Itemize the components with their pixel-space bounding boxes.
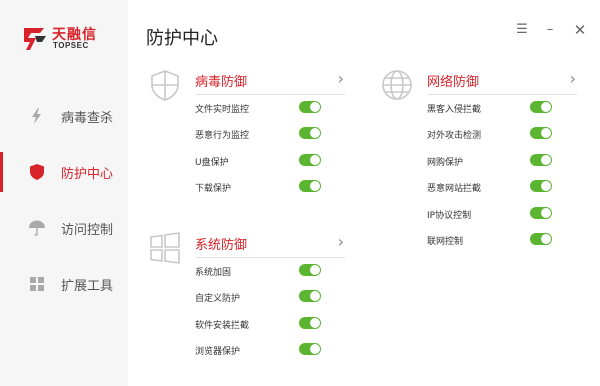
sidebar-item-protection-center[interactable]: 防护中心 [0, 152, 128, 192]
setting-label: 文件实时监控 [195, 105, 250, 115]
globe-icon [382, 70, 412, 100]
setting-label: 自定义防护 [195, 294, 241, 304]
section-virus-defense: 病毒防御 › 文件实时监控 恶意行为监控 U盘保护 下载保护 [148, 68, 358, 198]
toggle-switch[interactable] [530, 180, 552, 192]
chevron-right-icon[interactable]: › [338, 232, 344, 251]
setting-label: U盘保护 [195, 158, 229, 168]
setting-row: 下载保护 [195, 180, 325, 196]
divider [195, 257, 345, 258]
toggle-switch[interactable] [299, 317, 321, 329]
sidebar: 天融信 TOPSEC 病毒查杀 防护中心 访问控制 扩展工具 [0, 0, 128, 386]
shield-outline-icon [151, 70, 179, 101]
setting-row: 软件安装拦截 [195, 317, 325, 333]
section-network-defense: 网络防御 › 黑客入侵拦截 对外攻击检测 网购保护 恶意网站拦截 IP协议控制 … [380, 68, 590, 253]
minimize-icon[interactable]: – [542, 22, 558, 38]
toggle-switch[interactable] [530, 207, 552, 219]
toggle-switch[interactable] [299, 127, 321, 139]
toggle-switch[interactable] [299, 343, 321, 355]
setting-row: IP协议控制 [427, 207, 557, 223]
active-indicator [0, 152, 3, 192]
sidebar-item-access-control[interactable]: 访问控制 [0, 208, 128, 248]
sidebar-item-virus-scan[interactable]: 病毒查杀 [0, 96, 128, 136]
setting-label: 对外攻击检测 [427, 131, 482, 141]
divider [195, 94, 345, 95]
lightning-icon [32, 108, 41, 124]
sidebar-item-label: 扩展工具 [61, 279, 114, 294]
setting-label: 恶意网站拦截 [427, 184, 482, 194]
toggle-switch[interactable] [299, 180, 321, 192]
brand-logo: 天融信 TOPSEC [22, 24, 122, 54]
setting-label: 黑客入侵拦截 [427, 105, 482, 115]
setting-row: 对外攻击检测 [427, 127, 557, 143]
setting-row: 自定义防护 [195, 290, 325, 306]
sidebar-item-label: 访问控制 [61, 223, 114, 238]
toggle-switch[interactable] [530, 127, 552, 139]
setting-label: 软件安装拦截 [195, 321, 250, 331]
chevron-right-icon[interactable]: › [570, 69, 576, 88]
toggle-switch[interactable] [299, 290, 321, 302]
toggle-switch[interactable] [530, 154, 552, 166]
setting-label: 浏览器保护 [195, 347, 241, 357]
setting-label: 下载保护 [195, 184, 232, 194]
umbrella-icon [29, 220, 45, 236]
section-title: 系统防御 [195, 238, 248, 253]
toggle-switch[interactable] [299, 264, 321, 276]
setting-label: 网购保护 [427, 158, 464, 168]
windows-icon [150, 232, 180, 264]
toggle-switch[interactable] [299, 101, 321, 113]
shield-icon [30, 164, 44, 180]
setting-label: IP协议控制 [427, 211, 472, 221]
menu-icon[interactable]: ☰ [514, 22, 530, 38]
setting-row: 浏览器保护 [195, 343, 325, 359]
setting-row: 网购保护 [427, 154, 557, 170]
brand-name-en: TOPSEC [53, 41, 89, 50]
section-system-defense: 系统防御 › 系统加固 自定义防护 软件安装拦截 浏览器保护 [148, 231, 358, 361]
setting-row: 黑客入侵拦截 [427, 101, 557, 117]
setting-row: 联网控制 [427, 233, 557, 249]
setting-row: 恶意行为监控 [195, 127, 325, 143]
setting-label: 联网控制 [427, 237, 464, 247]
close-icon[interactable]: ✕ [572, 22, 588, 38]
chevron-right-icon[interactable]: › [338, 69, 344, 88]
grid-icon [30, 277, 44, 291]
sidebar-item-label: 病毒查杀 [61, 111, 114, 126]
section-title: 网络防御 [427, 75, 480, 90]
divider [427, 94, 577, 95]
sidebar-item-extension-tools[interactable]: 扩展工具 [0, 264, 128, 304]
setting-label: 恶意行为监控 [195, 131, 250, 141]
topsec-logo-icon [24, 28, 46, 50]
setting-row: 恶意网站拦截 [427, 180, 557, 196]
toggle-switch[interactable] [299, 154, 321, 166]
toggle-switch[interactable] [530, 101, 552, 113]
section-title: 病毒防御 [195, 75, 248, 90]
setting-row: 文件实时监控 [195, 101, 325, 117]
setting-label: 系统加固 [195, 268, 232, 278]
toggle-switch[interactable] [530, 233, 552, 245]
sidebar-item-label: 防护中心 [61, 167, 114, 182]
setting-row: U盘保护 [195, 154, 325, 170]
setting-row: 系统加固 [195, 264, 325, 280]
page-title: 防护中心 [146, 28, 218, 49]
